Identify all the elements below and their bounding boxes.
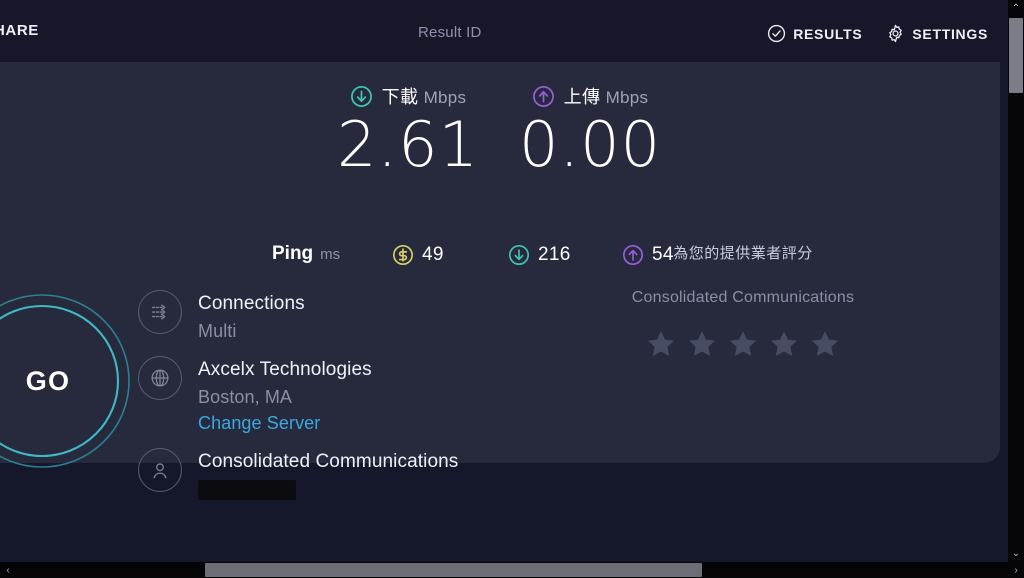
connections-icon	[138, 290, 182, 334]
top-nav: RESULTS SETTINGS	[767, 24, 988, 43]
isp-row[interactable]: Consolidated Communications	[138, 448, 458, 505]
scroll-down-arrow-icon[interactable]: ⌄	[1008, 545, 1024, 562]
upload-speed-block: 上傳 Mbps 0.00	[500, 84, 680, 176]
star-icon-4[interactable]	[769, 329, 799, 358]
check-circle-icon	[767, 24, 786, 43]
redacted-ip-address	[198, 479, 296, 500]
scroll-up-arrow-icon[interactable]: ⌃	[1008, 0, 1024, 17]
download-arrow-icon	[350, 85, 373, 108]
upload-speed-value: 0.00	[518, 108, 662, 181]
server-name: Axcelx Technologies	[198, 359, 372, 380]
vertical-scrollbar-thumb[interactable]	[1009, 18, 1023, 93]
globe-icon	[138, 356, 182, 400]
settings-nav-button[interactable]: SETTINGS	[886, 24, 988, 43]
ping-download-stat: 216	[508, 244, 571, 266]
results-nav-label: RESULTS	[793, 25, 863, 42]
server-text: Axcelx Technologies Boston, MA Change Se…	[198, 356, 372, 436]
connections-title: Connections	[198, 293, 305, 314]
change-server-link[interactable]: Change Server	[198, 410, 372, 436]
connections-text: Connections Multi	[198, 290, 305, 344]
download-speed-block: 下載 Mbps 2.61	[318, 84, 498, 176]
isp-name: Consolidated Communications	[198, 451, 459, 472]
go-button-label: GO	[25, 366, 71, 396]
share-button[interactable]: HARE	[0, 22, 39, 39]
result-card: 下載 Mbps 2.61 上傳 Mbps 0.00 Ping ms 49 216…	[0, 62, 1000, 500]
scroll-right-arrow-icon[interactable]: ›	[1008, 562, 1024, 578]
ping-label-group: Ping ms	[272, 243, 340, 265]
upload-speed-label: 上傳 Mbps	[563, 87, 649, 107]
download-arrow-icon	[508, 244, 530, 266]
speedtest-app: HARE Result ID RESULTS	[0, 0, 1024, 578]
server-row[interactable]: Axcelx Technologies Boston, MA Change Se…	[138, 356, 372, 436]
ping-idle-stat: 49	[392, 244, 444, 266]
star-icon-2[interactable]	[687, 329, 717, 358]
star-icon-3[interactable]	[728, 329, 758, 358]
star-icon-1[interactable]	[646, 329, 676, 358]
upload-arrow-icon	[532, 85, 555, 108]
rating-title: 為您的提供業者評分	[673, 245, 813, 262]
settings-nav-label: SETTINGS	[912, 25, 988, 42]
ping-units-label: ms	[320, 246, 341, 263]
upload-speed-header: 上傳 Mbps	[500, 84, 680, 108]
download-speed-label: 下載 Mbps	[381, 87, 467, 107]
star-icon-5[interactable]	[810, 329, 840, 358]
result-id-label: Result ID	[418, 24, 482, 41]
horizontal-scrollbar[interactable]: ‹ ›	[0, 562, 1024, 578]
download-speed-value: 2.61	[336, 108, 480, 181]
top-bar: HARE Result ID RESULTS	[0, 0, 1008, 62]
ping-download-value: 216	[538, 244, 571, 265]
rating-stars	[590, 329, 896, 358]
rating-isp-name: Consolidated Communications	[631, 289, 855, 306]
ping-label: Ping	[272, 243, 314, 264]
go-button[interactable]: GO	[0, 284, 142, 479]
results-nav-button[interactable]: RESULTS	[767, 24, 862, 43]
isp-text: Consolidated Communications	[198, 448, 458, 505]
download-speed-header: 下載 Mbps	[318, 84, 498, 108]
connections-row[interactable]: Connections Multi	[138, 290, 305, 344]
horizontal-scrollbar-thumb[interactable]	[205, 563, 702, 577]
gear-icon	[886, 24, 905, 43]
person-icon	[138, 448, 182, 492]
connections-subtitle: Multi	[198, 320, 237, 341]
vertical-scrollbar[interactable]: ⌃ ⌄	[1008, 0, 1024, 562]
rating-panel: 為您的提供業者評分 Consolidated Communications	[590, 242, 896, 358]
jitter-icon	[392, 244, 414, 266]
scroll-left-arrow-icon[interactable]: ‹	[0, 562, 16, 578]
ping-idle-value: 49	[422, 244, 444, 265]
server-location: Boston, MA	[198, 386, 293, 407]
